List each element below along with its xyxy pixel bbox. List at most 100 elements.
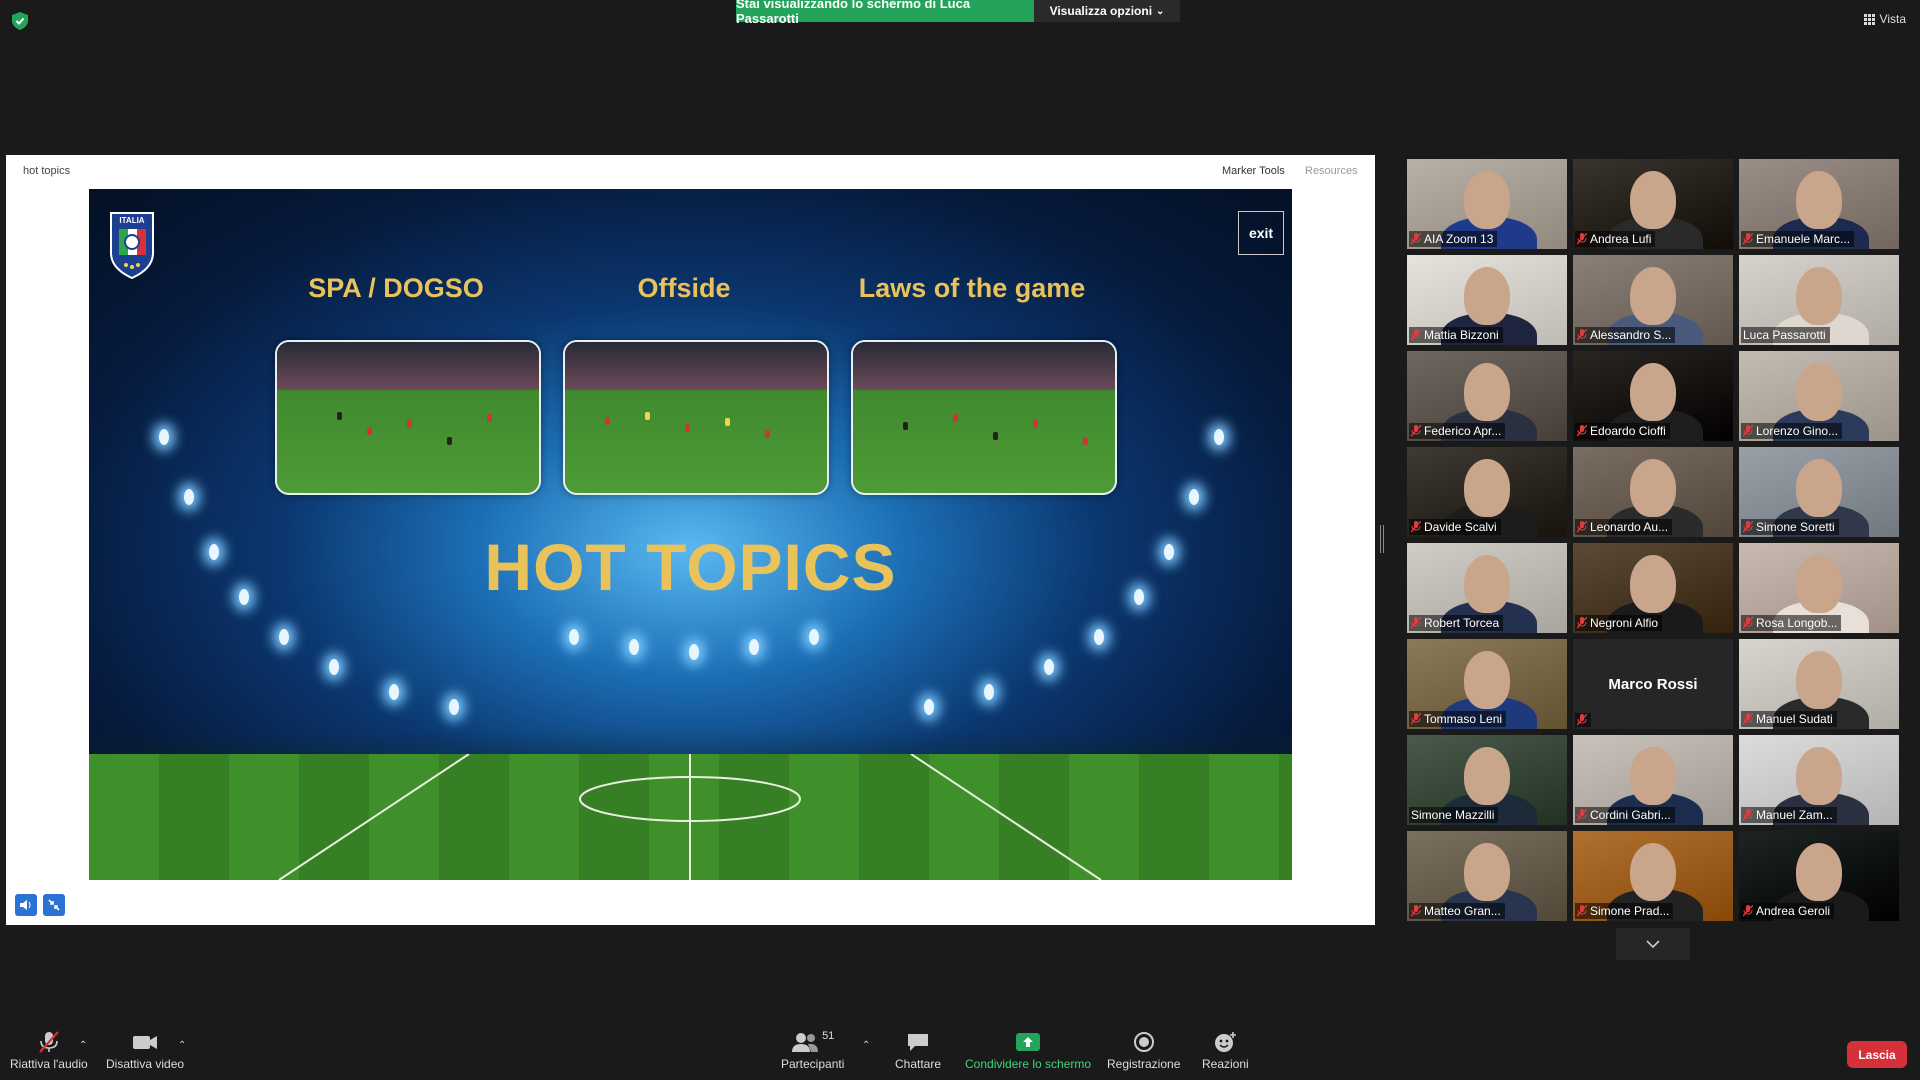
participant-name-label: Manuel Sudati <box>1741 711 1837 727</box>
participant-name: Emanuele Marc... <box>1756 232 1851 246</box>
reactions-button[interactable]: Reazioni <box>1202 1030 1249 1071</box>
share-screen-button[interactable]: Condividere lo schermo <box>965 1030 1091 1071</box>
video-thumbnail-laws-of-the-game[interactable] <box>851 340 1117 495</box>
mic-muted-icon <box>1743 905 1753 917</box>
participant-tile[interactable]: Manuel Zam... <box>1739 735 1899 825</box>
participant-name: Tommaso Leni <box>1424 712 1503 726</box>
screen-share-banner: Stai visualizzando lo schermo di Luca Pa… <box>736 0 1034 26</box>
participant-tile[interactable]: Andrea Lufi <box>1573 159 1733 249</box>
participant-name-label: Rosa Longob... <box>1741 615 1842 631</box>
category-title-offside: Offside <box>637 273 731 303</box>
participant-name: Matteo Gran... <box>1424 904 1501 918</box>
category-title-spa-dogso: SPA / DOGSO <box>308 273 484 303</box>
participant-name-label <box>1575 713 1591 727</box>
participant-tile[interactable]: Andrea Geroli <box>1739 831 1899 921</box>
chat-button[interactable]: Chattare <box>895 1030 941 1071</box>
participant-tile[interactable]: Simone Soretti <box>1739 447 1899 537</box>
slide-pitch <box>89 754 1292 880</box>
volume-control-button[interactable] <box>15 894 37 916</box>
participant-name-label: Tommaso Leni <box>1409 711 1507 727</box>
video-camera-icon <box>133 1036 158 1049</box>
exit-button[interactable]: exit <box>1238 211 1284 255</box>
mic-muted-icon <box>1577 809 1587 821</box>
stop-video-button[interactable]: Disattiva video <box>106 1030 184 1071</box>
participants-button[interactable]: 51 Partecipanti <box>781 1030 844 1071</box>
participant-tile[interactable]: Negroni Alfio <box>1573 543 1733 633</box>
participant-tile[interactable]: Federico Apr... <box>1407 351 1567 441</box>
video-thumbnail-spa-dogso[interactable] <box>275 340 541 495</box>
participants-count: 51 <box>822 1030 835 1042</box>
participant-name: AIA Zoom 13 <box>1424 232 1494 246</box>
participant-name-label: Simone Prad... <box>1575 903 1674 919</box>
participant-tile[interactable]: Robert Torcea <box>1407 543 1567 633</box>
record-icon <box>1133 1032 1154 1052</box>
participant-name-label: Matteo Gran... <box>1409 903 1505 919</box>
mic-muted-icon <box>39 1031 59 1053</box>
participant-tile[interactable]: Emanuele Marc... <box>1739 159 1899 249</box>
participant-tile[interactable]: Edoardo Cioffi <box>1573 351 1733 441</box>
participant-name: Manuel Sudati <box>1756 712 1833 726</box>
stop-video-label: Disattiva video <box>106 1057 185 1071</box>
share-screen-label: Condividere lo schermo <box>965 1057 1092 1071</box>
participant-name-label: Manuel Zam... <box>1741 807 1837 823</box>
participant-tile[interactable]: Rosa Longob... <box>1739 543 1899 633</box>
participant-tile[interactable]: Marco Rossi <box>1573 639 1733 729</box>
participant-tile[interactable]: Simone Mazzilli <box>1407 735 1567 825</box>
panel-resize-handle[interactable] <box>1380 525 1383 553</box>
slide-headline: HOT TOPICS <box>484 530 897 604</box>
mic-muted-icon <box>1743 809 1753 821</box>
participant-name: Robert Torcea <box>1424 616 1500 630</box>
chevron-down-icon: ⌄ <box>1156 5 1165 17</box>
view-mode-button[interactable]: Vista <box>1863 12 1906 26</box>
participant-tile[interactable]: Luca Passarotti <box>1739 255 1899 345</box>
participant-name: Andrea Geroli <box>1756 904 1831 918</box>
security-shield-icon[interactable] <box>12 12 28 30</box>
participant-name: Simone Prad... <box>1590 904 1670 918</box>
participant-name-label: Luca Passarotti <box>1741 327 1830 343</box>
participant-name: Federico Apr... <box>1424 424 1502 438</box>
video-thumbnail-offside[interactable] <box>563 340 829 495</box>
resources-link[interactable]: Resources <box>1305 165 1358 177</box>
gallery-scroll-down-button[interactable] <box>1616 928 1690 960</box>
participant-tile[interactable]: Alessandro S... <box>1573 255 1733 345</box>
participant-name-label: Cordini Gabri... <box>1575 807 1675 823</box>
italia-crest-logo: ITALIA <box>109 209 155 280</box>
participant-tile[interactable]: Manuel Sudati <box>1739 639 1899 729</box>
participant-tile[interactable]: Simone Prad... <box>1573 831 1733 921</box>
participant-name-label: Simone Mazzilli <box>1409 807 1499 823</box>
chat-label: Chattare <box>895 1057 942 1071</box>
participant-tile[interactable]: Tommaso Leni <box>1407 639 1567 729</box>
participant-tile[interactable]: Leonardo Au... <box>1573 447 1733 537</box>
svg-text:ITALIA: ITALIA <box>119 216 144 225</box>
leave-meeting-button[interactable]: Lascia <box>1847 1041 1907 1068</box>
participant-tile[interactable]: Mattia Bizzoni <box>1407 255 1567 345</box>
participant-tile[interactable]: Matteo Gran... <box>1407 831 1567 921</box>
participant-tile[interactable]: Cordini Gabri... <box>1573 735 1733 825</box>
record-button[interactable]: Registrazione <box>1107 1030 1180 1071</box>
unmute-label: Riattiva l'audio <box>10 1057 88 1071</box>
audio-options-caret[interactable]: ⌃ <box>79 1040 87 1051</box>
people-icon <box>792 1033 819 1052</box>
participant-tile[interactable]: Lorenzo Gino... <box>1739 351 1899 441</box>
collapse-arrows-icon <box>48 899 60 911</box>
video-options-caret[interactable]: ⌃ <box>178 1040 186 1051</box>
marker-tools-link[interactable]: Marker Tools <box>1222 165 1285 177</box>
fullscreen-toggle-button[interactable] <box>43 894 65 916</box>
participant-name-label: Lorenzo Gino... <box>1741 423 1843 439</box>
view-options-button[interactable]: Visualizza opzioni ⌄ <box>1034 0 1180 22</box>
participant-name: Cordini Gabri... <box>1590 808 1671 822</box>
mic-muted-icon <box>1577 233 1587 245</box>
participants-label: Partecipanti <box>781 1057 845 1071</box>
mic-muted-icon <box>1411 329 1421 341</box>
grid-view-icon <box>1863 13 1875 25</box>
participant-name-label: AIA Zoom 13 <box>1409 231 1498 247</box>
pitch-lines <box>278 754 1102 880</box>
mic-muted-icon <box>1577 905 1587 917</box>
participant-tile[interactable]: AIA Zoom 13 <box>1407 159 1567 249</box>
participants-options-caret[interactable]: ⌃ <box>862 1040 870 1051</box>
participant-name: Negroni Alfio <box>1590 616 1659 630</box>
participant-name-label: Leonardo Au... <box>1575 519 1673 535</box>
participant-tile[interactable]: Davide Scalvi <box>1407 447 1567 537</box>
mic-muted-icon <box>1411 425 1421 437</box>
unmute-button[interactable]: Riattiva l'audio <box>10 1030 88 1071</box>
